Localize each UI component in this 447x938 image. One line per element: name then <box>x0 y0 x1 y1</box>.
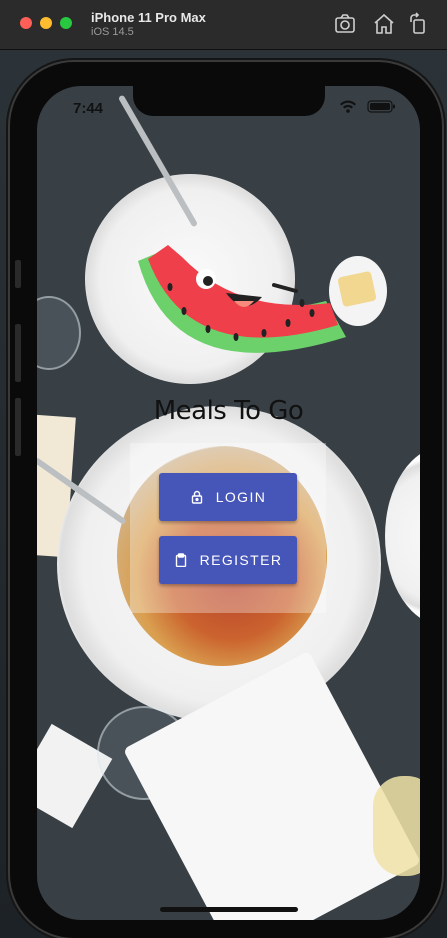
os-version: iOS 14.5 <box>91 26 134 38</box>
minimize-window-button[interactable] <box>40 17 52 29</box>
rotate-icon[interactable] <box>406 12 430 36</box>
wifi-icon <box>340 100 356 113</box>
volume-up-button <box>15 324 21 382</box>
zoom-window-button[interactable] <box>60 17 72 29</box>
clipboard-icon <box>174 553 188 568</box>
screenshot-icon[interactable] <box>333 12 357 36</box>
home-indicator[interactable] <box>160 907 298 912</box>
mute-switch <box>15 260 21 288</box>
login-button[interactable]: LOGIN <box>159 473 297 521</box>
home-icon[interactable] <box>372 12 396 36</box>
status-bar-icons <box>338 98 398 114</box>
device-notch <box>133 86 325 116</box>
battery-icon <box>367 100 395 113</box>
login-button-label: LOGIN <box>215 489 267 505</box>
device-name: iPhone 11 Pro Max <box>91 10 206 25</box>
app-title: Meals To Go <box>153 396 304 426</box>
close-window-button[interactable] <box>20 17 32 29</box>
simulator-title-bar: iPhone 11 Pro Max iOS 14.5 <box>0 0 447 50</box>
app-screen: 7:44 Meals To Go LOGIN REGISTER <box>37 86 420 920</box>
register-button[interactable]: REGISTER <box>159 536 297 584</box>
volume-down-button <box>15 398 21 456</box>
lock-icon <box>190 490 204 504</box>
watermelon-illustration <box>138 245 346 353</box>
status-bar-time: 7:44 <box>73 100 104 117</box>
register-button-label: REGISTER <box>199 552 283 568</box>
auth-panel: LOGIN REGISTER <box>130 443 326 613</box>
